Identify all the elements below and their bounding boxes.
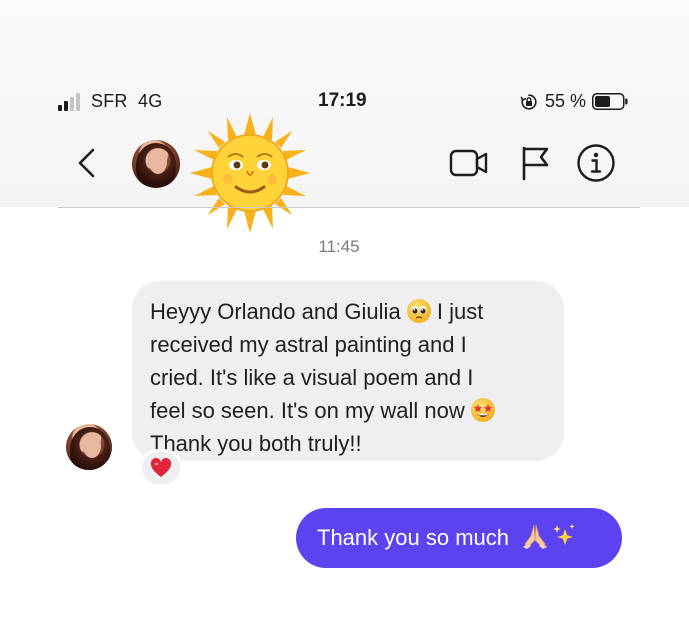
message-text-line: received my astral painting and I xyxy=(150,332,467,357)
sun-emoji-icon xyxy=(190,113,310,233)
message-text-line: cried. It's like a visual poem and I xyxy=(150,365,474,390)
outgoing-message-bubble[interactable]: Thank you so much xyxy=(296,508,622,568)
message-text-line: Thank you both truly!! xyxy=(150,431,362,456)
contact-avatar[interactable] xyxy=(132,140,180,188)
chat-screen: SFR 4G 17:19 55 % 11:45 Heyyy Orlando an… xyxy=(0,0,689,642)
signal-icon xyxy=(58,91,88,111)
video-call-icon[interactable] xyxy=(449,147,489,179)
praying-hands-emoji xyxy=(522,524,547,549)
message-text-line: I just xyxy=(430,299,484,324)
incoming-message-bubble[interactable]: Heyyy Orlando and Giulia I just received… xyxy=(132,281,564,461)
message-text-line: Heyyy Orlando and Giulia xyxy=(150,299,401,324)
heart-reaction[interactable] xyxy=(139,449,183,487)
conversation-header xyxy=(0,113,689,233)
message-timestamp: 11:45 xyxy=(318,237,360,256)
pleading-face-emoji xyxy=(406,299,431,323)
battery-icon xyxy=(592,93,628,110)
battery-percentage: 55 % xyxy=(545,91,587,111)
heart-icon xyxy=(150,458,172,477)
flag-icon[interactable] xyxy=(519,145,551,181)
status-bar: SFR 4G 17:19 55 % xyxy=(0,88,689,118)
info-icon[interactable] xyxy=(576,143,616,183)
star-struck-emoji xyxy=(470,398,495,422)
message-text-line: feel so seen. It's on my wall now xyxy=(150,398,465,423)
back-chevron-icon[interactable] xyxy=(74,147,100,179)
sender-avatar[interactable] xyxy=(66,424,112,470)
outgoing-message-text: Thank you so much xyxy=(317,525,509,550)
carrier-label: SFR 4G xyxy=(91,91,163,111)
header-divider xyxy=(58,207,640,208)
status-time: 17:19 xyxy=(318,90,367,111)
orientation-lock-icon xyxy=(520,94,537,110)
sparkles-emoji xyxy=(552,524,575,545)
